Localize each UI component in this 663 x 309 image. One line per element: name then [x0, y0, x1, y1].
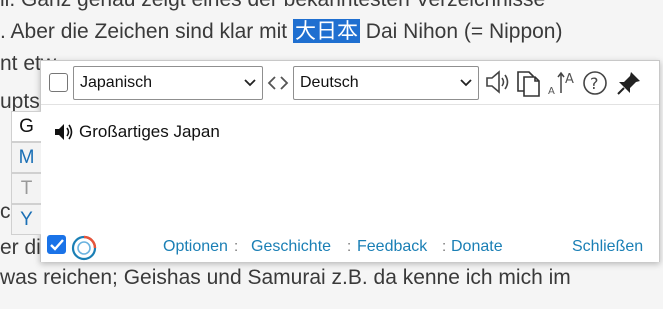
- help-icon[interactable]: ?: [581, 69, 609, 97]
- target-language-select[interactable]: Deutsch: [293, 66, 479, 100]
- refresh-icon[interactable]: [70, 234, 98, 262]
- options-link[interactable]: Optionen: [163, 238, 228, 256]
- separator: :: [347, 238, 352, 255]
- selected-text: 大日本: [292, 19, 360, 43]
- footer: Optionen : Geschichte : Feedback : Donat…: [41, 229, 659, 262]
- tab-translator[interactable]: T: [11, 173, 41, 204]
- enable-checkbox[interactable]: [49, 73, 68, 92]
- source-language-value: Japanisch: [80, 74, 153, 91]
- speaker-icon[interactable]: [53, 122, 75, 142]
- sort-text-icon[interactable]: A A: [547, 69, 577, 97]
- close-link[interactable]: Schließen: [572, 238, 643, 256]
- donate-link[interactable]: Donate: [451, 238, 503, 256]
- article-text: . Aber die Zeichen sind klar mit: [0, 20, 293, 43]
- article-line: . Aber die Zeichen sind klar mit 大日本 Dai…: [0, 14, 562, 48]
- article-line: was reichen; Geishas und Samurai z.B. da…: [0, 266, 571, 289]
- show-icon-checkbox[interactable]: [47, 235, 66, 254]
- translator-popup: G M T Y Japanisch Deutsch A A ? Großarti…: [11, 60, 660, 262]
- article-line: er di: [0, 236, 41, 259]
- toolbar: Japanisch Deutsch A A ?: [41, 61, 659, 105]
- separator: :: [442, 238, 447, 255]
- pin-icon[interactable]: [615, 69, 643, 97]
- chevron-down-icon: [460, 79, 472, 87]
- translation-result: Großartiges Japan: [79, 122, 220, 141]
- chevron-down-icon: [244, 79, 256, 87]
- target-language-value: Deutsch: [300, 74, 359, 91]
- checkmark-icon: [50, 239, 64, 251]
- speaker-icon[interactable]: [484, 69, 512, 95]
- feedback-link[interactable]: Feedback: [357, 238, 427, 256]
- copy-icon[interactable]: [516, 69, 542, 97]
- svg-text:A: A: [565, 72, 574, 87]
- history-link[interactable]: Geschichte: [251, 238, 331, 256]
- tab-microsoft[interactable]: M: [11, 142, 41, 173]
- source-language-select[interactable]: Japanisch: [73, 66, 263, 100]
- swap-icon[interactable]: [267, 75, 289, 91]
- tab-google[interactable]: G: [11, 111, 41, 142]
- tab-yandex[interactable]: Y: [11, 204, 41, 235]
- separator: :: [234, 238, 239, 255]
- article-text: Dai Nihon (= Nippon): [359, 20, 563, 43]
- article-line: ll. Ganz genau zeigt eines der bekanntes…: [0, 0, 545, 12]
- svg-text:A: A: [548, 86, 555, 97]
- svg-text:?: ?: [590, 74, 599, 93]
